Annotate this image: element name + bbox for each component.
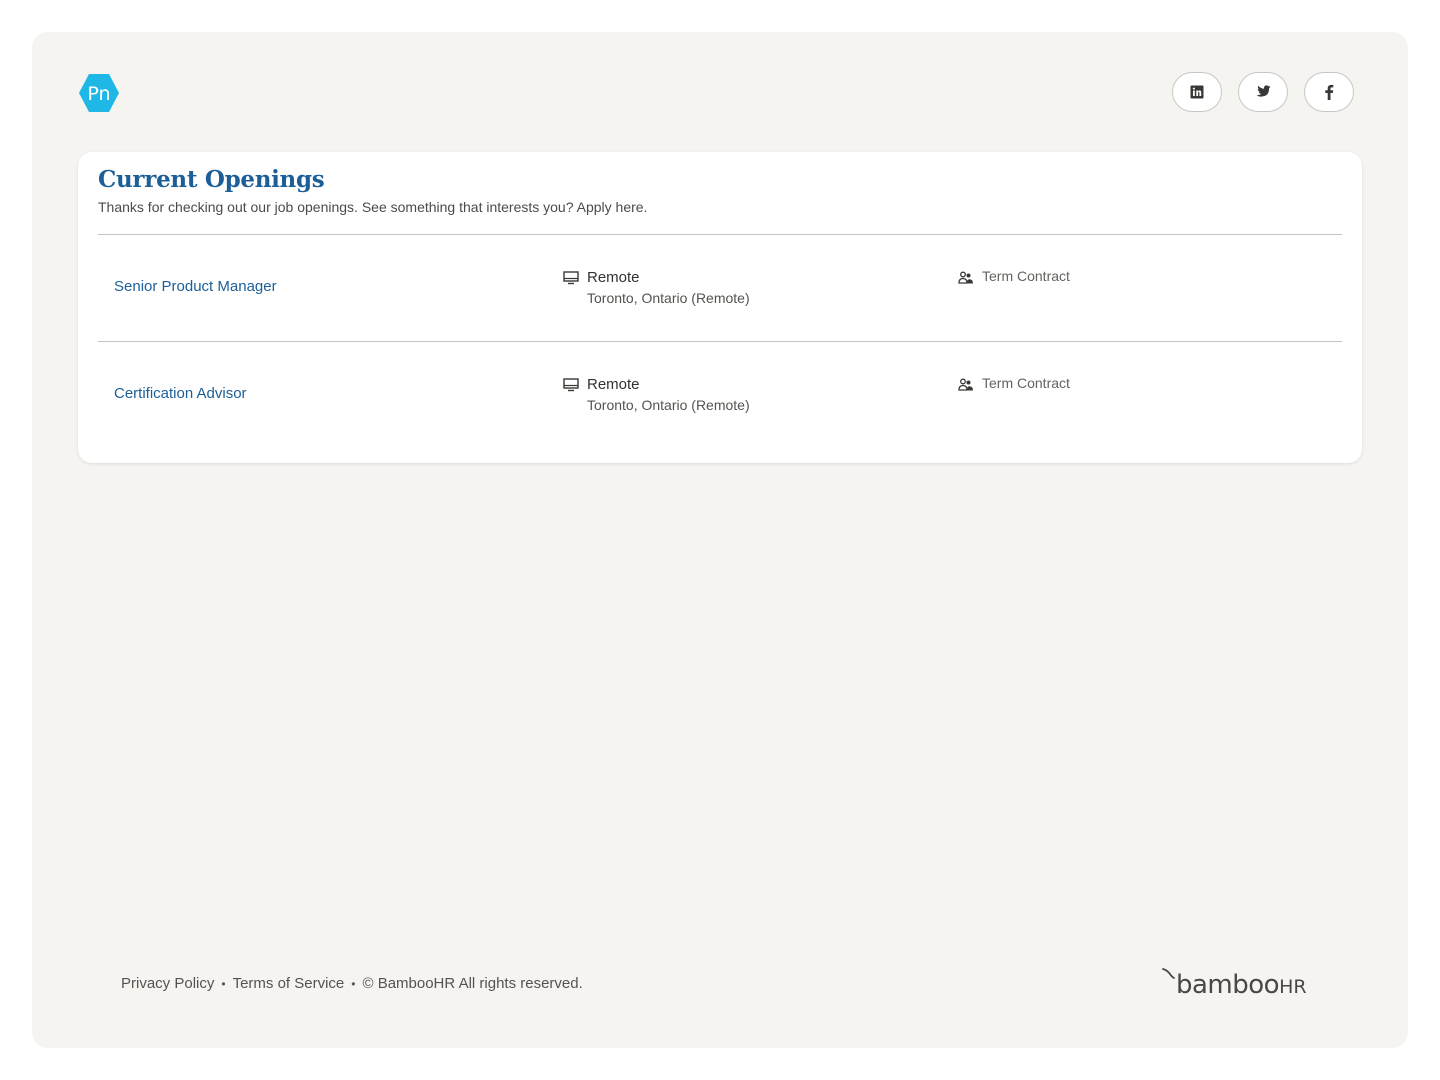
monitor-icon bbox=[563, 271, 579, 285]
location-city: Toronto, Ontario (Remote) bbox=[587, 397, 750, 413]
facebook-icon bbox=[1325, 84, 1334, 100]
brand-main: bamboo bbox=[1176, 970, 1280, 1000]
footer-separator: • bbox=[221, 976, 226, 991]
twitter-button[interactable] bbox=[1238, 72, 1288, 112]
bamboohr-logo[interactable]: bambooHR bbox=[1162, 968, 1324, 1002]
brand-suffix: HR bbox=[1279, 976, 1307, 998]
people-icon bbox=[958, 271, 973, 284]
footer-separator: • bbox=[351, 976, 356, 991]
location-city: Toronto, Ontario (Remote) bbox=[587, 290, 750, 306]
logo-text: Pn bbox=[87, 83, 110, 105]
twitter-icon bbox=[1256, 85, 1271, 97]
openings-card: Current Openings Thanks for checking out… bbox=[78, 152, 1362, 463]
monitor-icon bbox=[563, 378, 579, 392]
job-title-link[interactable]: Certification Advisor bbox=[114, 385, 247, 402]
page-title: Current Openings bbox=[98, 166, 325, 193]
people-icon bbox=[958, 378, 973, 391]
employment-type: Term Contract bbox=[982, 268, 1070, 284]
facebook-button[interactable] bbox=[1304, 72, 1354, 112]
copyright-text: © BambooHR All rights reserved. bbox=[362, 975, 583, 992]
employment-type: Term Contract bbox=[982, 375, 1070, 391]
social-links bbox=[1172, 72, 1354, 112]
linkedin-button[interactable] bbox=[1172, 72, 1222, 112]
page-subtitle: Thanks for checking out our job openings… bbox=[98, 199, 648, 215]
linkedin-icon bbox=[1190, 85, 1204, 99]
footer-links: Privacy Policy • Terms of Service • © Ba… bbox=[121, 975, 583, 992]
job-title-link[interactable]: Senior Product Manager bbox=[114, 278, 277, 295]
company-logo[interactable]: Pn bbox=[78, 73, 120, 113]
terms-of-service-link[interactable]: Terms of Service bbox=[233, 975, 345, 992]
location-type: Remote bbox=[587, 269, 640, 286]
page-frame: Pn Current Openings Thanks for checking … bbox=[32, 32, 1408, 1048]
job-row: Senior Product Manager Remote Toronto, O… bbox=[98, 235, 1342, 341]
location-type: Remote bbox=[587, 376, 640, 393]
job-row: Certification Advisor Remote Toronto, On… bbox=[98, 342, 1342, 448]
privacy-policy-link[interactable]: Privacy Policy bbox=[121, 975, 214, 992]
